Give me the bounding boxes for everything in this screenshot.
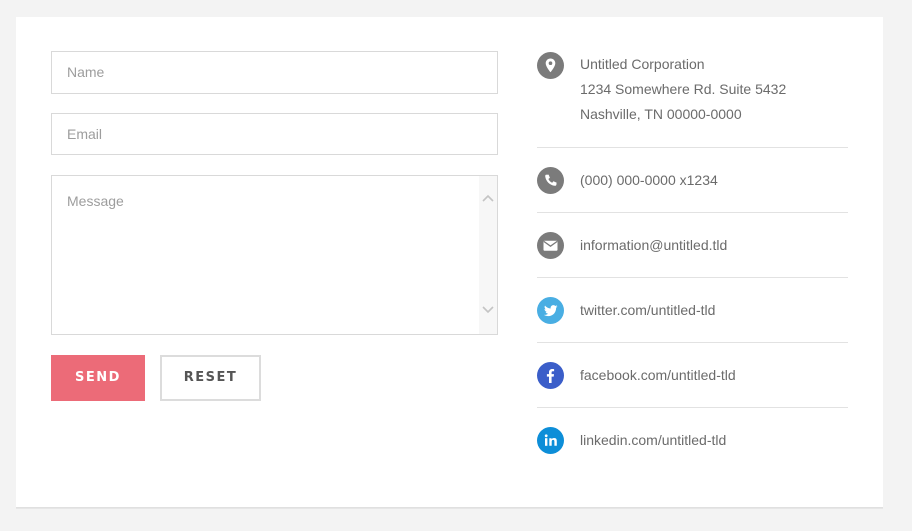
facebook-link[interactable]: facebook.com/untitled-tld [580,363,736,388]
company-name: Untitled Corporation [580,56,705,72]
message-placeholder: Message [67,193,124,209]
contact-list: (000) 000-0000 x1234 information@untitle… [537,148,848,473]
scroll-up-icon[interactable] [479,190,497,208]
reset-button[interactable]: RESET [160,355,261,401]
contact-card: Name Email Message SEND RESET Untitled C… [16,17,883,507]
street-address: 1234 Somewhere Rd. Suite 5432 [580,81,787,97]
envelope-icon [537,232,564,259]
linkedin-link[interactable]: linkedin.com/untitled-tld [580,428,726,453]
twitter-link[interactable]: twitter.com/untitled-tld [580,298,715,323]
phone-icon [537,167,564,194]
linkedin-row: linkedin.com/untitled-tld [537,408,848,473]
message-scrollbar[interactable] [479,176,497,334]
email-row: information@untitled.tld [537,213,848,278]
message-textarea[interactable]: Message [51,175,498,335]
contact-address: Untitled Corporation 1234 Somewhere Rd. … [537,51,848,148]
email-input[interactable]: Email [51,113,498,155]
scroll-down-icon[interactable] [479,302,497,320]
twitter-icon [537,297,564,324]
linkedin-icon [537,427,564,454]
city-state-zip: Nashville, TN 00000-0000 [580,106,742,122]
phone-row: (000) 000-0000 x1234 [537,148,848,213]
address-text: Untitled Corporation 1234 Somewhere Rd. … [580,52,786,127]
map-pin-icon [537,52,564,79]
name-input[interactable]: Name [51,51,498,94]
send-button[interactable]: SEND [51,355,145,401]
facebook-icon [537,362,564,389]
twitter-row: twitter.com/untitled-tld [537,278,848,343]
phone-text[interactable]: (000) 000-0000 x1234 [580,168,718,193]
email-link[interactable]: information@untitled.tld [580,233,727,258]
address-row: Untitled Corporation 1234 Somewhere Rd. … [537,51,848,148]
facebook-row: facebook.com/untitled-tld [537,343,848,408]
